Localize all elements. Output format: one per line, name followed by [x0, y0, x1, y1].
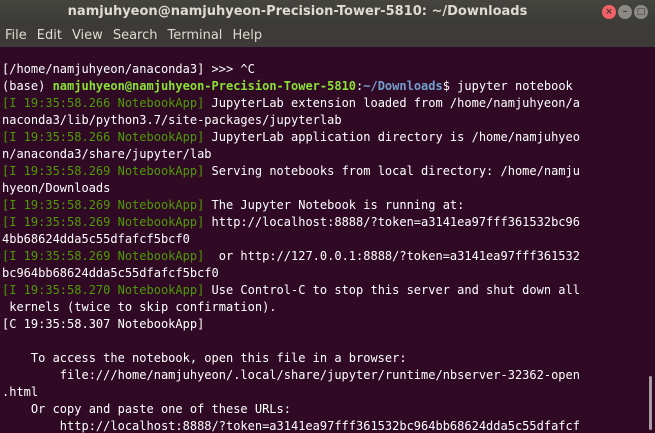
- terminal-text: [C 19:35:58.307 NotebookApp]: [2, 317, 205, 331]
- terminal-line: hyeon/Downloads: [2, 180, 647, 197]
- terminal-line: kernels (twice to skip confirmation).: [2, 299, 647, 316]
- terminal-line: .html: [2, 384, 647, 401]
- terminal-text: To access the notebook, open this file i…: [2, 351, 407, 365]
- terminal-line: [/home/namjuhyeon/anaconda3] >>> ^C: [2, 61, 647, 78]
- terminal-line: [I 19:35:58.266 NotebookApp] JupyterLab …: [2, 129, 647, 146]
- prompt-path: ~/Downloads: [363, 79, 443, 93]
- terminal-line: [I 19:35:58.269 NotebookApp] http://loca…: [2, 214, 647, 231]
- menu-help[interactable]: Help: [232, 28, 262, 43]
- close-icon[interactable]: ×: [602, 5, 616, 19]
- log-prefix: [I 19:35:58.266 NotebookApp]: [2, 96, 205, 110]
- log-prefix: [I 19:35:58.269 NotebookApp]: [2, 215, 205, 229]
- title-bar[interactable]: namjuhyeon@namjuhyeon-Precision-Tower-58…: [0, 0, 655, 24]
- terminal-line: 4bb68624dda5c55dfafcf5bcf0: [2, 231, 647, 248]
- menu-bar: File Edit View Search Terminal Help: [0, 24, 655, 47]
- terminal-line: [I 19:35:58.270 NotebookApp] Use Control…: [2, 282, 647, 299]
- scrollbar-thumb[interactable]: [649, 376, 652, 430]
- window-title: namjuhyeon@namjuhyeon-Precision-Tower-58…: [67, 4, 528, 19]
- terminal-text: file:///home/namjuhyeon/.local/share/jup…: [2, 368, 580, 382]
- terminal-line: [C 19:35:58.307 NotebookApp]: [2, 316, 647, 333]
- terminal-text: naconda3/lib/python3.7/site-packages/jup…: [2, 113, 342, 127]
- terminal-window: namjuhyeon@namjuhyeon-Precision-Tower-58…: [0, 0, 655, 433]
- log-prefix: [I 19:35:58.269 NotebookApp]: [2, 198, 205, 212]
- terminal-text: Or copy and paste one of these URLs:: [2, 402, 291, 416]
- menu-file[interactable]: File: [5, 28, 27, 43]
- terminal-text: http://localhost:8888/?token=a3141ea97ff…: [2, 419, 580, 433]
- terminal-line: [I 19:35:58.266 NotebookApp] JupyterLab …: [2, 95, 647, 112]
- menu-terminal[interactable]: Terminal: [167, 28, 222, 43]
- terminal-text: http://localhost:8888/?token=a3141ea97ff…: [204, 215, 580, 229]
- terminal-text: or http://127.0.0.1:8888/?token=a3141ea9…: [204, 249, 580, 263]
- terminal-line: Or copy and paste one of these URLs:: [2, 401, 647, 418]
- terminal-line: bc964bb68624dda5c55dfafcf5bcf0: [2, 265, 647, 282]
- terminal-text: n/anaconda3/share/jupyter/lab: [2, 147, 212, 161]
- terminal-text: JupyterLab application directory is /hom…: [204, 130, 580, 144]
- terminal-text: [/home/namjuhyeon/anaconda3] >>> ^C: [2, 62, 255, 76]
- terminal-text: (base): [2, 79, 53, 93]
- terminal-line: file:///home/namjuhyeon/.local/share/jup…: [2, 367, 647, 384]
- terminal-output[interactable]: [/home/namjuhyeon/anaconda3] >>> ^C (base…: [0, 47, 647, 433]
- terminal-text: JupyterLab extension loaded from /home/n…: [204, 96, 580, 110]
- terminal-text: $ jupyter notebook: [442, 79, 573, 93]
- log-prefix: [I 19:35:58.269 NotebookApp]: [2, 164, 205, 178]
- terminal-text: bc964bb68624dda5c55dfafcf5bcf0: [2, 266, 219, 280]
- terminal-line: (base) namjuhyeon@namjuhyeon-Precision-T…: [2, 78, 647, 95]
- log-prefix: [I 19:35:58.269 NotebookApp]: [2, 249, 205, 263]
- terminal-line: To access the notebook, open this file i…: [2, 350, 647, 367]
- log-prefix: [I 19:35:58.266 NotebookApp]: [2, 130, 205, 144]
- terminal-line: http://localhost:8888/?token=a3141ea97ff…: [2, 418, 647, 433]
- terminal-text: hyeon/Downloads: [2, 181, 111, 195]
- terminal-text: .html: [2, 385, 39, 399]
- terminal-line: n/anaconda3/share/jupyter/lab: [2, 146, 647, 163]
- terminal-line: [I 19:35:58.269 NotebookApp] or http://1…: [2, 248, 647, 265]
- terminal-text: kernels (twice to skip confirmation).: [2, 300, 277, 314]
- terminal-text: Use Control-C to stop this server and sh…: [204, 283, 580, 297]
- terminal-line: naconda3/lib/python3.7/site-packages/jup…: [2, 112, 647, 129]
- log-prefix: [I 19:35:58.270 NotebookApp]: [2, 283, 205, 297]
- maximize-icon[interactable]: □: [634, 5, 648, 19]
- prompt-user-host: namjuhyeon@namjuhyeon-Precision-Tower-58…: [52, 79, 357, 93]
- menu-edit[interactable]: Edit: [37, 28, 62, 43]
- terminal-line: [I 19:35:58.269 NotebookApp] Serving not…: [2, 163, 647, 180]
- menu-search[interactable]: Search: [113, 28, 158, 43]
- menu-view[interactable]: View: [72, 28, 103, 43]
- terminal-text: The Jupyter Notebook is running at:: [204, 198, 465, 212]
- minimize-icon[interactable]: –: [618, 5, 632, 19]
- terminal-text: 4bb68624dda5c55dfafcf5bcf0: [2, 232, 190, 246]
- terminal-text: Serving notebooks from local directory: …: [204, 164, 580, 178]
- terminal-line: [I 19:35:58.269 NotebookApp] The Jupyter…: [2, 197, 647, 214]
